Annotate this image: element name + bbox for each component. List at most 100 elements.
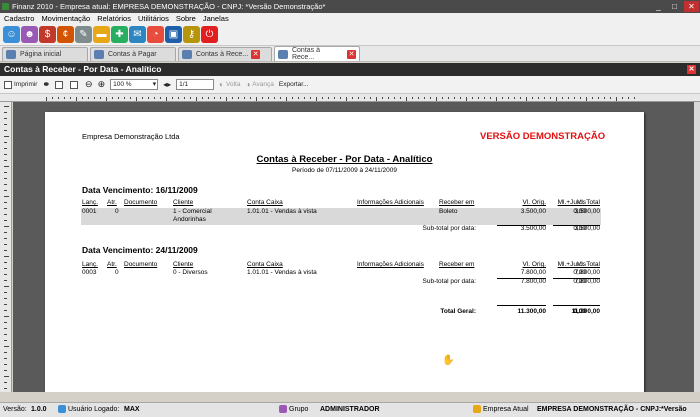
maximize-button[interactable]: □ [667, 1, 682, 12]
ruler-tick [412, 97, 413, 99]
email-icon[interactable]: ✉ [129, 26, 146, 43]
ruler-tick [364, 97, 365, 99]
ruler-tick [340, 97, 341, 99]
coins-icon[interactable]: ¢ [57, 26, 74, 43]
minimize-button[interactable]: _ [651, 1, 666, 12]
pen-icon[interactable]: ✎ [75, 26, 92, 43]
ruler-tick [544, 97, 545, 99]
ruler-tick [496, 97, 497, 101]
multi-page-icon[interactable] [70, 80, 80, 89]
forward-label: Avança [252, 81, 274, 88]
col-lanc: Lanç. [82, 261, 98, 268]
ruler-tick [4, 250, 7, 251]
ruler-tick [352, 97, 353, 99]
total-label: Total Geral: [440, 308, 476, 315]
ruler-tick [220, 97, 221, 99]
cell-atr: 0 [115, 269, 119, 276]
tab-close-icon[interactable]: ✕ [251, 50, 261, 59]
ruler-tick [4, 352, 7, 353]
ruler-tick [4, 106, 9, 107]
power-icon[interactable]: ⏻ [201, 26, 218, 43]
status-group: Grupo [279, 403, 308, 417]
tab-label: Contas à Rece... [291, 47, 321, 61]
ruler-tick [4, 292, 7, 293]
ruler-tick [250, 97, 251, 99]
ruler-tick [370, 97, 371, 99]
report-close-button[interactable]: ✕ [687, 65, 696, 74]
viewer-toolbar: Imprimir ⚭ ⊖ ⊕ 100 % ◂▸ 1/1 ◐ Volta ◑ Av… [0, 76, 700, 94]
vertical-scrollbar[interactable] [694, 102, 700, 392]
zoom-select[interactable]: 100 % [110, 79, 159, 90]
folder-icon[interactable]: ▬ [93, 26, 110, 43]
ruler-tick [472, 97, 473, 99]
tab-contas-pagar[interactable]: Contas à Pagar [90, 47, 176, 61]
ruler-tick [100, 97, 101, 99]
ruler-tick [136, 97, 137, 101]
ruler-tick [400, 97, 401, 99]
report-page: Empresa Demonstração Ltda VERSÃO DEMONST… [45, 112, 644, 392]
printer-icon [182, 50, 192, 59]
ruler-tick [418, 97, 419, 99]
ruler-tick [442, 97, 443, 99]
ruler-tick [634, 97, 635, 99]
forward-button[interactable]: ◑ Avança [245, 80, 273, 89]
cell-vl-total: 3.500,00 [574, 208, 600, 215]
ruler-tick [238, 97, 239, 99]
ruler-tick [184, 97, 185, 99]
menu-sobre[interactable]: Sobre [176, 13, 196, 24]
col-lanc: Lanç. [82, 199, 98, 206]
ruler-tick [190, 97, 191, 99]
ruler-tick [4, 202, 7, 203]
zoom-out-icon[interactable]: ⊖ [85, 79, 93, 90]
ruler-tick [166, 97, 167, 101]
zoom-in-icon[interactable]: ⊕ [98, 79, 106, 90]
tab-close-icon[interactable]: ✕ [347, 49, 356, 59]
back-button[interactable]: ◐ Volta [219, 80, 240, 89]
menu-janelas[interactable]: Janelas [203, 13, 229, 24]
ruler-tick [4, 244, 7, 245]
menu-cadastro[interactable]: Cadastro [4, 13, 34, 24]
ruler-tick [130, 97, 131, 99]
company-icon [473, 405, 481, 414]
users-icon[interactable]: ☺ [3, 26, 20, 43]
ruler-tick [208, 97, 209, 99]
user-icon [58, 405, 66, 414]
people-icon[interactable]: ☻ [21, 26, 38, 43]
tab-contas-receber-2[interactable]: Contas à Rece... ✕ [274, 46, 360, 61]
ruler-tick [550, 97, 551, 99]
menu-movimentacao[interactable]: Movimentação [41, 13, 90, 24]
ruler-tick [346, 97, 347, 101]
report-viewport[interactable]: Empresa Demonstração Ltda VERSÃO DEMONST… [13, 102, 694, 392]
ruler-tick [532, 97, 533, 99]
subtotal-label: Sub-total por data: [422, 278, 476, 285]
menu-utilitarios[interactable]: Utilitários [138, 13, 169, 24]
ruler-tick [4, 196, 9, 197]
ruler-tick [4, 340, 7, 341]
save-icon[interactable]: ▣ [165, 26, 182, 43]
export-button[interactable]: Exportar... [279, 81, 309, 88]
money-bag-icon[interactable]: $ [39, 26, 56, 43]
tab-pagina-inicial[interactable]: Página inicial [2, 47, 88, 61]
total-rule [497, 305, 546, 306]
menu-relatorios[interactable]: Relatórios [97, 13, 131, 24]
close-button[interactable]: ✕ [684, 1, 699, 12]
key-icon[interactable]: ⚷ [183, 26, 200, 43]
ruler-tick [76, 97, 77, 101]
page-number-input[interactable]: 1/1 [176, 79, 215, 90]
ruler-tick [232, 97, 233, 99]
tab-contas-receber-1[interactable]: Contas à Rece... ✕ [178, 47, 272, 61]
ruler-tick [4, 172, 7, 173]
ruler-tick [538, 97, 539, 99]
puzzle-icon[interactable]: ✚ [111, 26, 128, 43]
prev-page-icon[interactable]: ◂▸ [163, 80, 171, 89]
find-binoculars-icon[interactable]: ⚭ [42, 79, 50, 90]
pie-chart-icon[interactable]: ◔ [147, 26, 164, 43]
ruler-tick [358, 97, 359, 99]
ruler-tick [4, 334, 7, 335]
print-button[interactable]: Imprimir [4, 80, 37, 89]
col-cliente: Cliente [173, 261, 194, 268]
ruler-tick [142, 97, 143, 99]
ruler-tick [70, 97, 71, 99]
single-page-icon[interactable] [55, 80, 65, 89]
col-atr: Atr. [107, 261, 117, 268]
